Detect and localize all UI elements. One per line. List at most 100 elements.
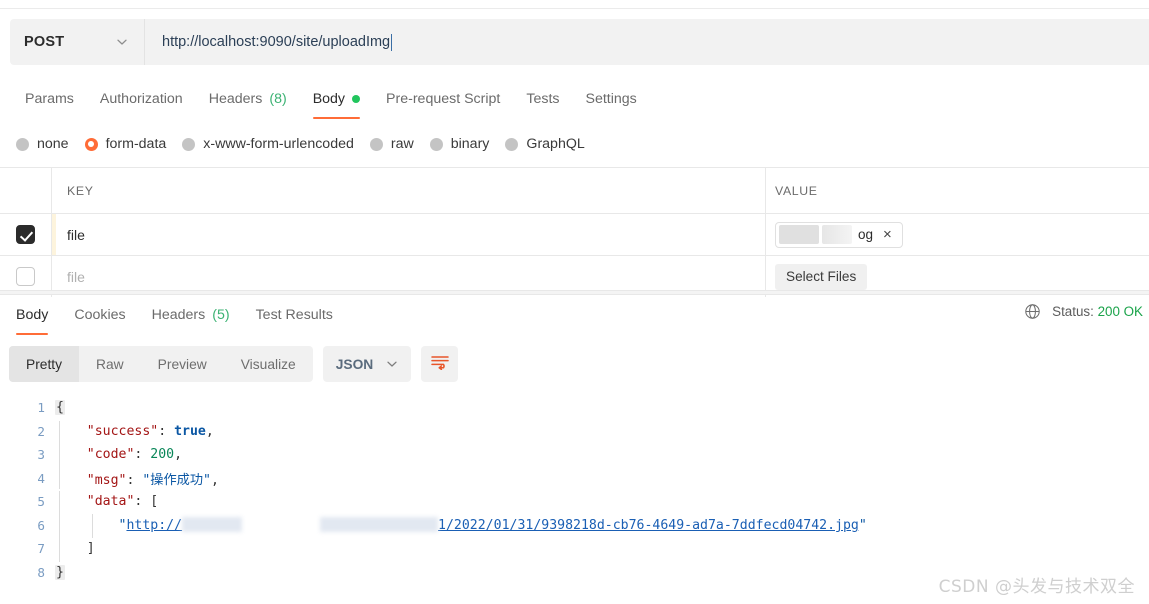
json-key: "msg"	[55, 472, 127, 488]
tab-label: Pre-request Script	[386, 91, 501, 107]
header-value-cell: VALUE	[766, 168, 1149, 213]
code-line-content: "http://1/2022/01/31/9398218d-cb76-4649-…	[55, 514, 1149, 538]
tab-headers[interactable]: Headers (8)	[196, 82, 300, 116]
response-tab-cookies[interactable]: Cookies	[61, 298, 138, 332]
active-tab-underline	[312, 116, 361, 119]
code-line-content: "msg": "操作成功",	[55, 465, 1149, 490]
http-method-label: POST	[24, 34, 65, 50]
json-string-quote: "	[55, 518, 127, 534]
radio-label: none	[37, 136, 69, 152]
response-url-scheme[interactable]: http://	[126, 518, 182, 533]
body-type-raw[interactable]: raw	[366, 136, 426, 152]
radio-label: binary	[450, 136, 490, 152]
json-punct: : [	[134, 494, 159, 510]
select-files-button[interactable]: Select Files	[775, 263, 868, 290]
code-line: 4 "msg": "操作成功",	[0, 465, 1149, 491]
json-key: "success"	[55, 423, 159, 439]
code-line-content: "code": 200,	[55, 444, 1149, 468]
json-punct: ]	[55, 541, 95, 557]
radio-icon	[505, 137, 519, 151]
header-check-cell	[0, 168, 52, 213]
line-number: 3	[37, 447, 45, 463]
response-tab-body[interactable]: Body	[3, 298, 61, 335]
tab-label: Body	[312, 91, 346, 107]
request-response-divider[interactable]	[0, 290, 1149, 295]
code-line: 5 "data": [	[0, 490, 1149, 515]
radio-label: x-www-form-urlencoded	[203, 136, 354, 152]
body-type-binary[interactable]: binary	[426, 136, 502, 152]
status-text[interactable]: Status: 200 OK	[1052, 304, 1143, 319]
view-mode-raw[interactable]: Raw	[79, 346, 141, 382]
view-mode-pretty[interactable]: Pretty	[9, 346, 80, 382]
remove-file-icon[interactable]: ×	[881, 227, 894, 242]
radio-icon	[369, 137, 383, 151]
tab-tests[interactable]: Tests	[513, 82, 572, 116]
code-line-content: ]	[55, 538, 1149, 562]
fold-marker-open[interactable]: {	[55, 400, 65, 416]
response-tab-test-results[interactable]: Test Results	[243, 298, 346, 332]
body-present-dot-icon	[352, 95, 361, 103]
http-method-select[interactable]: POST	[10, 19, 145, 65]
row-check-cell[interactable]	[0, 214, 52, 255]
response-body-code[interactable]: 1 { 2 "success": true, 3 "code": 200, 4 …	[0, 396, 1149, 586]
radio-icon	[182, 137, 196, 151]
row-key-placeholder: file	[67, 268, 85, 285]
form-data-table: KEY VALUE file og × file Select Files	[0, 167, 1149, 297]
row-selected-stripe	[52, 214, 56, 255]
row-checkbox-unchecked[interactable]	[16, 267, 35, 286]
code-line: 2 "success": true,	[0, 420, 1149, 445]
row-key-cell[interactable]: file	[52, 214, 766, 255]
url-bar: POST http://localhost:9090/site/uploadIm…	[10, 19, 1149, 65]
globe-icon	[1024, 303, 1041, 320]
view-mode-visualize[interactable]: Visualize	[224, 346, 313, 382]
row-key-text: file	[67, 226, 85, 243]
tab-label: Settings	[585, 91, 637, 107]
response-tab-headers[interactable]: Headers (5)	[139, 298, 243, 332]
tab-settings[interactable]: Settings	[573, 82, 650, 116]
status-label: Status:	[1052, 304, 1094, 319]
line-number: 8	[37, 564, 45, 580]
tab-label: Headers	[208, 91, 263, 107]
tab-label: Body	[16, 307, 49, 323]
line-number: 1	[37, 400, 45, 416]
radio-icon	[429, 137, 443, 151]
body-type-none[interactable]: none	[12, 136, 81, 152]
fold-marker-close[interactable]: }	[55, 564, 65, 580]
body-type-x-www-form-urlencoded[interactable]: x-www-form-urlencoded	[178, 136, 366, 152]
tab-pre-request-script[interactable]: Pre-request Script	[373, 82, 513, 116]
line-number: 6	[37, 517, 45, 533]
tab-count: (8)	[269, 91, 287, 107]
row-checkbox-checked[interactable]	[16, 225, 35, 244]
column-header-value: VALUE	[775, 183, 818, 198]
body-type-graphql[interactable]: GraphQL	[501, 136, 596, 152]
code-line-content: "data": [	[55, 491, 1149, 515]
header-key-cell: KEY	[52, 168, 766, 213]
response-format-label: JSON	[335, 356, 374, 372]
code-line-content: {	[55, 400, 1149, 416]
json-number: 200	[150, 447, 175, 463]
response-format-select[interactable]: JSON	[322, 346, 412, 382]
body-type-form-data[interactable]: form-data	[81, 136, 179, 152]
file-chip[interactable]: og ×	[775, 221, 903, 248]
tab-body[interactable]: Body	[300, 82, 373, 119]
view-mode-preview[interactable]: Preview	[141, 346, 224, 382]
tab-authorization[interactable]: Authorization	[87, 82, 196, 116]
file-chip-text: og	[858, 227, 874, 242]
watermark: CSDN @头发与技术双全	[938, 577, 1135, 597]
url-input[interactable]: http://localhost:9090/site/uploadImg	[145, 19, 1149, 65]
redacted-filename-block	[779, 225, 819, 244]
response-url-path[interactable]: 1/2022/01/31/9398218d-cb76-4649-ad7a-7dd…	[438, 518, 859, 533]
chevron-down-icon	[116, 36, 128, 48]
table-row[interactable]: file og ×	[0, 214, 1149, 255]
redacted-host-block	[182, 517, 243, 533]
tab-label: Tests	[526, 91, 560, 107]
tab-params[interactable]: Params	[12, 82, 87, 116]
request-tabs: Params Authorization Headers (8) Body Pr…	[0, 82, 1149, 119]
chevron-down-icon	[386, 358, 398, 370]
row-value-cell[interactable]: og ×	[766, 214, 1149, 255]
radio-icon-selected	[84, 137, 98, 151]
wrap-lines-button[interactable]	[421, 346, 459, 382]
response-status-area: Status: 200 OK	[1024, 303, 1143, 320]
tab-label: Test Results	[255, 307, 333, 323]
json-string-quote: "	[858, 518, 867, 534]
